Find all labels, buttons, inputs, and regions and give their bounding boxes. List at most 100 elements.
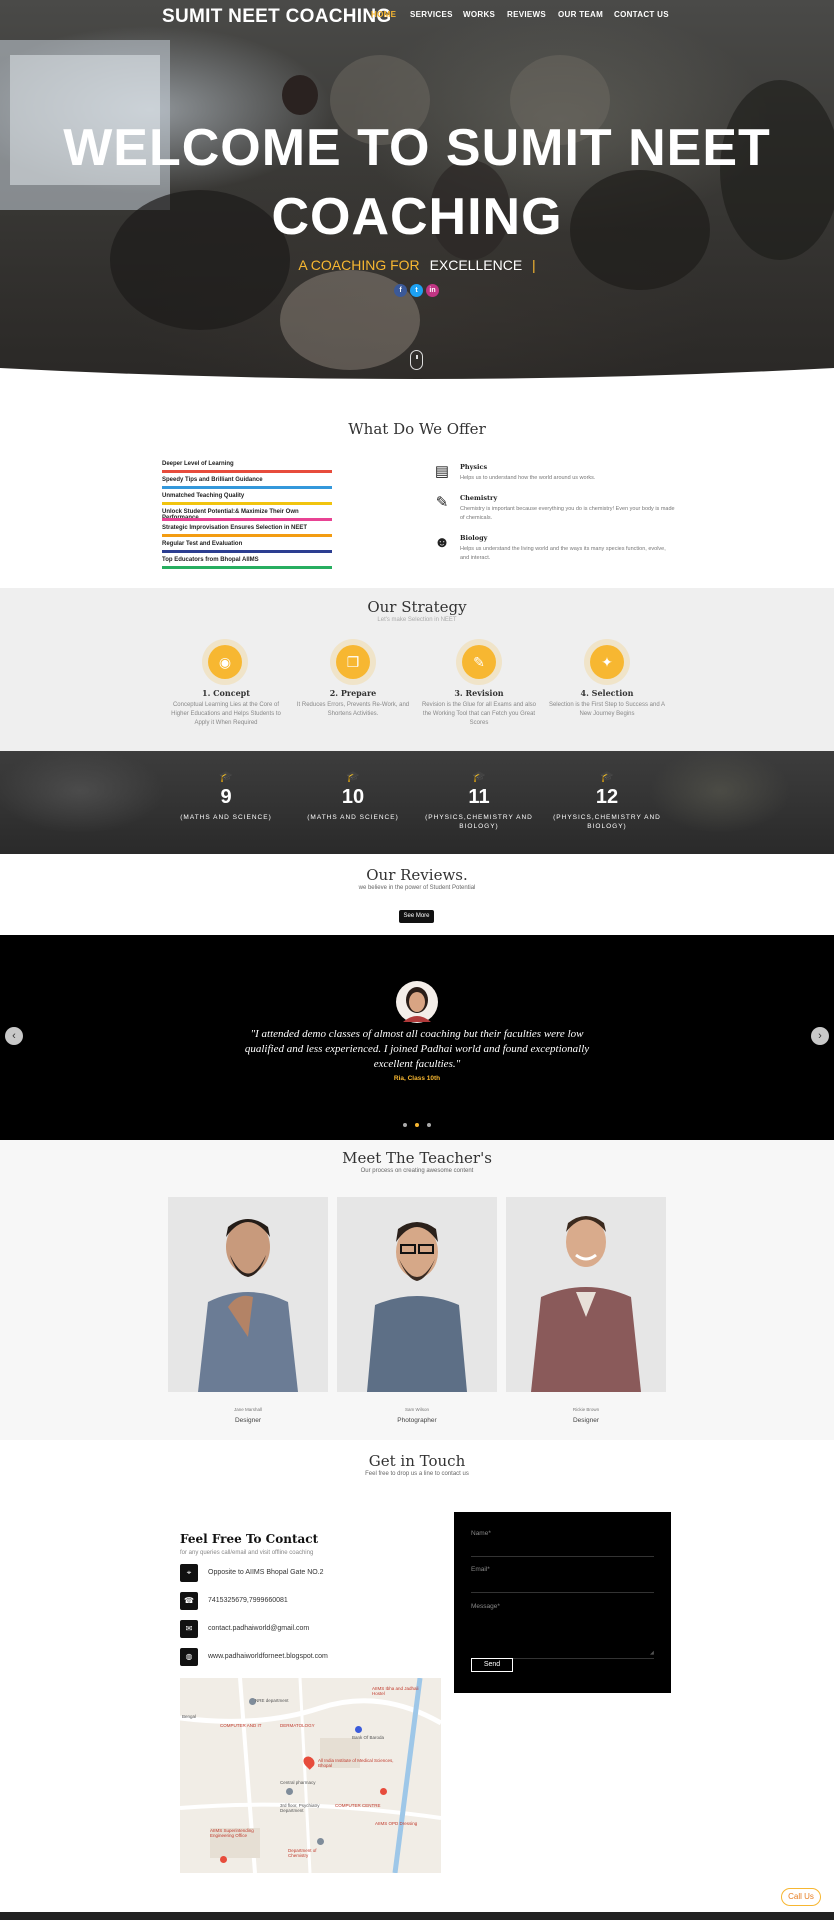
offer-bar-line bbox=[162, 566, 332, 569]
teacher-name: Jane Marshall bbox=[233, 1407, 262, 1412]
subject-text-chemistry: Chemistry is important because everythin… bbox=[460, 506, 675, 521]
offer-bar-label: Strategic Improvisation Ensures Selectio… bbox=[162, 525, 308, 531]
carousel-dot[interactable] bbox=[427, 1123, 431, 1127]
contact-subtitle: Feel free to drop us a line to contact u… bbox=[365, 1471, 469, 1477]
counter-label: (PHYSICS,CHEMISTRY AND BIOLOGY) bbox=[553, 814, 661, 830]
map-label: 3rd floor, Psychiatry Department bbox=[280, 1803, 320, 1813]
graduation-cap-icon: 🎓 bbox=[346, 771, 360, 783]
map-label: AIIMS Ibha and Jadhali Hostel bbox=[372, 1686, 419, 1696]
offer-bar-label: Top Educators from Bhopal AIIMS bbox=[162, 557, 259, 563]
contact-form: Name* Email* Message* ◢ Send bbox=[454, 1512, 671, 1693]
offer-bar-item: Unmatched Teaching Quality bbox=[162, 493, 332, 505]
teacher-name: Rickie Brown bbox=[572, 1407, 600, 1412]
offer-bar-item: Regular Test and Evaluation bbox=[162, 541, 332, 553]
map-label: Bank Of Baroda bbox=[352, 1735, 385, 1740]
twitter-icon[interactable]: t bbox=[410, 284, 423, 297]
reviews-title: Our Reviews. bbox=[366, 866, 468, 884]
counter-label: (MATHS AND SCIENCE) bbox=[180, 814, 272, 821]
globe-icon: ◍ bbox=[180, 1648, 198, 1666]
map-label: AIIMS OPD Dressing bbox=[375, 1821, 418, 1826]
hero-subtitle-prefix: A COACHING FOR bbox=[298, 257, 420, 273]
graduation-cap-icon: 🎓 bbox=[600, 771, 614, 783]
map-pin[interactable] bbox=[355, 1726, 362, 1733]
teacher-role: Photographer bbox=[397, 1417, 437, 1424]
nav-reviews[interactable]: REVIEWS bbox=[507, 10, 546, 19]
nav-home[interactable]: HOME bbox=[371, 10, 396, 19]
offer-bar-item: Top Educators from Bhopal AIIMS bbox=[162, 557, 332, 569]
contact-heading: Feel Free To Contact bbox=[180, 1532, 319, 1546]
map-label: Bengal bbox=[182, 1714, 197, 1719]
nav-contact-us[interactable]: CONTACT US bbox=[614, 10, 669, 19]
map-pin[interactable] bbox=[380, 1788, 387, 1795]
teacher-photo bbox=[168, 1197, 328, 1392]
carousel-prev-button[interactable]: ‹ bbox=[5, 1027, 23, 1045]
counter-section bbox=[0, 751, 834, 854]
instagram-icon[interactable]: in bbox=[426, 284, 439, 297]
teacher-name: Sam Wilson bbox=[404, 1407, 429, 1412]
offer-bar-item: Deeper Level of Learning bbox=[162, 461, 332, 473]
call-us-button[interactable]: Call Us bbox=[781, 1888, 821, 1906]
map-label: COMPUTER CENTRE bbox=[335, 1803, 381, 1808]
hero-subtitle-cursor: | bbox=[532, 257, 536, 273]
step-text: Revision is the Glue for all Exams and a… bbox=[421, 702, 537, 726]
counter-label: (PHYSICS,CHEMISTRY AND BIOLOGY) bbox=[425, 814, 533, 830]
book-icon: ▤ bbox=[434, 463, 450, 480]
copy-icon: ❐ bbox=[336, 645, 370, 679]
map-pin[interactable] bbox=[317, 1838, 324, 1845]
review-author: Ria, Class 10th bbox=[393, 1075, 441, 1082]
teacher-photo bbox=[506, 1197, 666, 1392]
subject-text-physics: Helps us to understand how the world aro… bbox=[460, 475, 596, 481]
counter-value: 10 bbox=[341, 786, 365, 808]
step-title: 2. Prepare bbox=[329, 688, 377, 698]
nav-services[interactable]: SERVICES bbox=[410, 10, 453, 19]
name-field[interactable] bbox=[471, 1556, 654, 1557]
nav-works[interactable]: WORKS bbox=[463, 10, 495, 19]
email-field[interactable] bbox=[471, 1592, 654, 1593]
map-label: Department of Chemistry bbox=[288, 1848, 317, 1858]
mail-icon: ✉ bbox=[180, 1620, 198, 1638]
subject-title-physics: Physics bbox=[460, 463, 488, 471]
strategy-subtitle: Let's make Selection in NEET bbox=[377, 617, 457, 623]
offer-bar-line bbox=[162, 518, 332, 521]
map-label: AIIMS Superintending Engineering Office bbox=[210, 1828, 254, 1838]
send-button[interactable]: Send bbox=[471, 1658, 513, 1672]
map-roads bbox=[180, 1678, 441, 1873]
teachers-subtitle: Our process on creating awesome content bbox=[360, 1168, 474, 1174]
gift-icon: ✦ bbox=[590, 645, 624, 679]
map-pin[interactable] bbox=[286, 1788, 293, 1795]
map-label: COMPUTER AND IT bbox=[220, 1723, 262, 1728]
contact-title: Get in Touch bbox=[368, 1452, 466, 1470]
offer-bar-label: Speedy Tips and Brilliant Guidance bbox=[162, 477, 263, 483]
resize-handle-icon[interactable]: ◢ bbox=[650, 1650, 654, 1656]
carousel-dot[interactable] bbox=[403, 1123, 407, 1127]
see-more-button[interactable]: See More bbox=[399, 910, 434, 923]
offer-bar-line bbox=[162, 470, 332, 473]
carousel-dot-active[interactable] bbox=[415, 1123, 419, 1127]
hero-subtitle-word: EXCELLENCE bbox=[429, 257, 523, 273]
contact-email[interactable]: contact.padhaiworld@gmail.com bbox=[208, 1625, 309, 1632]
facebook-icon[interactable]: f bbox=[394, 284, 407, 297]
brush-icon: ✎ bbox=[462, 645, 496, 679]
hero-title-line2: COACHING bbox=[271, 188, 563, 246]
step-title: 3. Revision bbox=[454, 688, 504, 698]
carousel-next-button[interactable]: › bbox=[811, 1027, 829, 1045]
contact-phone[interactable]: 7415325679,7999660081 bbox=[208, 1597, 288, 1604]
scroll-down-mouse-icon[interactable] bbox=[410, 350, 423, 370]
offer-bar-item: Strategic Improvisation Ensures Selectio… bbox=[162, 525, 332, 537]
brand-logo[interactable]: SUMIT NEET COACHING bbox=[162, 6, 391, 28]
flask-icon: ✎ bbox=[435, 494, 449, 511]
nav-our-team[interactable]: OUR TEAM bbox=[558, 10, 603, 19]
contact-intro: for any queries call/email and visit off… bbox=[180, 1550, 314, 1556]
student-icon: ☻ bbox=[434, 534, 450, 551]
hero-title-line1: WELCOME TO SUMIT NEET bbox=[63, 119, 771, 177]
location-map[interactable]: NRE department COMPUTER AND IT DERMATOLO… bbox=[180, 1678, 441, 1873]
counter-value: 12 bbox=[595, 786, 619, 808]
map-label: NRE department bbox=[255, 1698, 289, 1703]
offer-bar-line bbox=[162, 502, 332, 505]
map-pin[interactable] bbox=[220, 1856, 227, 1863]
map-label: DERMATOLOGY bbox=[280, 1723, 315, 1728]
offer-bar-line bbox=[162, 486, 332, 489]
counter-value: 11 bbox=[468, 786, 490, 808]
contact-website[interactable]: www.padhaiworldforneet.blogspot.com bbox=[208, 1653, 328, 1660]
location-icon: ⌖ bbox=[180, 1564, 198, 1582]
